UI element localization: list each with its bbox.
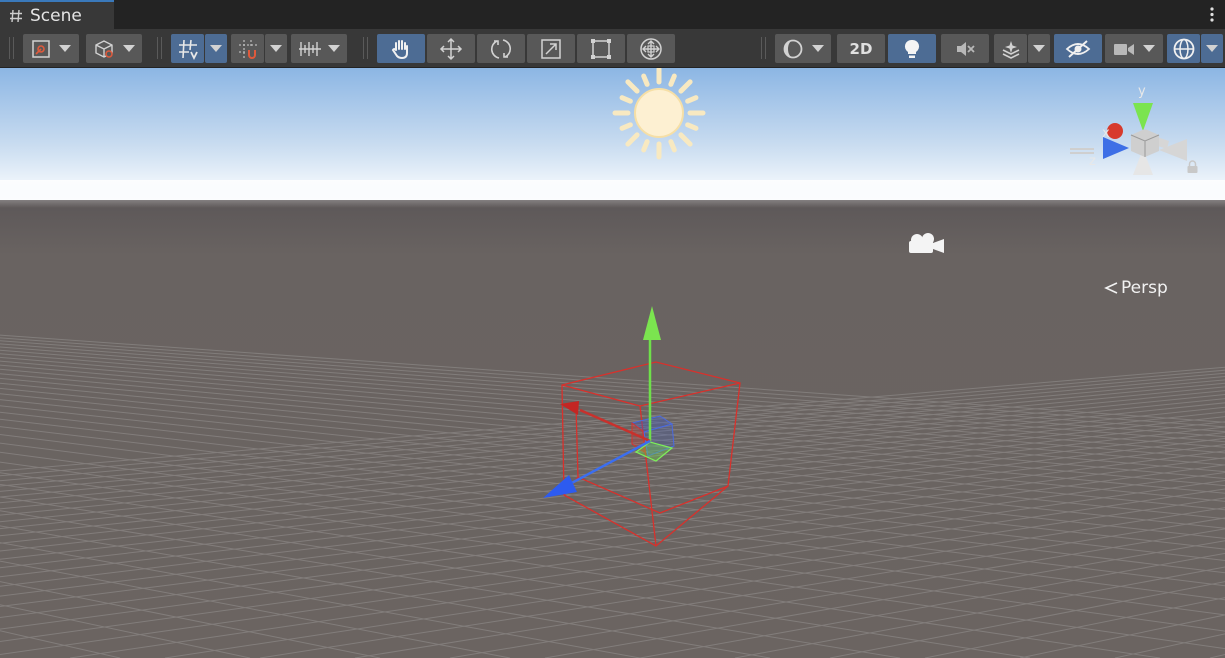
ruler-icon (298, 41, 321, 56)
audio-toggle[interactable] (941, 34, 989, 63)
toolbar-grip[interactable] (761, 37, 766, 59)
toolbar-grip[interactable] (157, 37, 162, 59)
sun-ray (685, 122, 699, 131)
camera-icon (1114, 43, 1134, 55)
gizmos-globe-icon (1173, 38, 1194, 59)
transform-tool[interactable] (627, 34, 675, 63)
toolbar-grip[interactable] (9, 37, 14, 59)
lightbulb-icon (904, 39, 920, 58)
tab-bar: Scene (0, 0, 1225, 29)
grid-visibility-icon (178, 39, 198, 60)
grid-snap-dropdown[interactable] (265, 34, 287, 63)
ground-plane (0, 200, 1225, 658)
grid-visibility-dropdown[interactable] (205, 34, 227, 63)
chevron-down-icon (328, 45, 341, 52)
target-icon (32, 39, 50, 58)
scale-tool[interactable] (527, 34, 575, 63)
magnet-grid-icon (238, 39, 257, 59)
rotate-icon (491, 38, 511, 59)
toolbar-grip[interactable] (363, 37, 368, 59)
scene-toolbar: 2D (0, 29, 1225, 68)
hand-tool[interactable] (377, 34, 425, 63)
lighting-toggle[interactable] (888, 34, 936, 63)
effects-button[interactable] (994, 34, 1027, 63)
hand-icon (391, 39, 408, 59)
projection-label: Persp (1121, 278, 1168, 298)
move-tool[interactable] (427, 34, 475, 63)
projection-toggle[interactable]: Persp (1104, 278, 1168, 298)
rect-tool[interactable] (577, 34, 625, 63)
mode-2d-label: 2D (849, 39, 873, 58)
chevron-down-icon (270, 45, 282, 52)
sun-ray (668, 139, 677, 153)
audio-mute-icon (957, 41, 975, 56)
sun-ray (685, 95, 699, 104)
chevron-down-icon (210, 45, 222, 52)
effects-dropdown[interactable] (1028, 34, 1050, 63)
grid-snap-button[interactable] (231, 34, 264, 63)
more-options-icon[interactable] (1210, 7, 1214, 22)
sun-ray (641, 139, 650, 153)
shading-sphere-icon (783, 39, 803, 58)
hidden-eye-icon (1065, 39, 1091, 58)
sun-ray (668, 73, 677, 87)
transform-all-icon (640, 37, 662, 60)
rect-transform-icon (591, 38, 611, 59)
horizon-haze (0, 180, 1225, 208)
lock-icon[interactable] (1186, 160, 1199, 174)
move-arrows-icon (439, 37, 463, 60)
camera-settings-dropdown[interactable] (1105, 34, 1163, 63)
gizmos-button[interactable] (1167, 34, 1200, 63)
rotate-tool[interactable] (477, 34, 525, 63)
scene-visibility-toggle[interactable] (1054, 34, 1102, 63)
increment-snap-dropdown[interactable] (291, 34, 347, 63)
grid-visibility-button[interactable] (171, 34, 204, 63)
chevron-down-icon (1206, 45, 1218, 52)
sun-ray (619, 95, 633, 104)
chevron-down-icon (811, 45, 824, 52)
chevron-down-icon (122, 45, 135, 52)
gizmos-dropdown[interactable] (1201, 34, 1223, 63)
draw-mode-dropdown[interactable] (86, 34, 142, 63)
tab-label: Scene (30, 5, 82, 26)
chevron-down-icon (59, 45, 71, 52)
sun-ray (641, 73, 650, 87)
axis-label-x: x (1102, 126, 1110, 141)
tab-scene[interactable]: Scene (0, 0, 114, 29)
effects-layers-icon (1002, 40, 1019, 59)
shading-mode-dropdown[interactable] (775, 34, 831, 63)
scale-icon (541, 38, 561, 59)
chevron-left-icon (1104, 282, 1118, 294)
gizmo-tool-dropdown[interactable] (23, 34, 79, 63)
mode-2d-button[interactable]: 2D (837, 34, 885, 63)
axis-label-y: y (1138, 84, 1146, 99)
scene-canvas[interactable] (0, 68, 1225, 658)
scene-viewport[interactable]: y x z Persp (0, 68, 1225, 658)
axis-label-z: z (1089, 154, 1096, 169)
chevron-down-icon (1033, 45, 1045, 52)
cube-icon (95, 39, 114, 58)
chevron-down-icon (1143, 45, 1155, 52)
grid-icon (10, 9, 22, 22)
sun-ray (619, 122, 633, 131)
